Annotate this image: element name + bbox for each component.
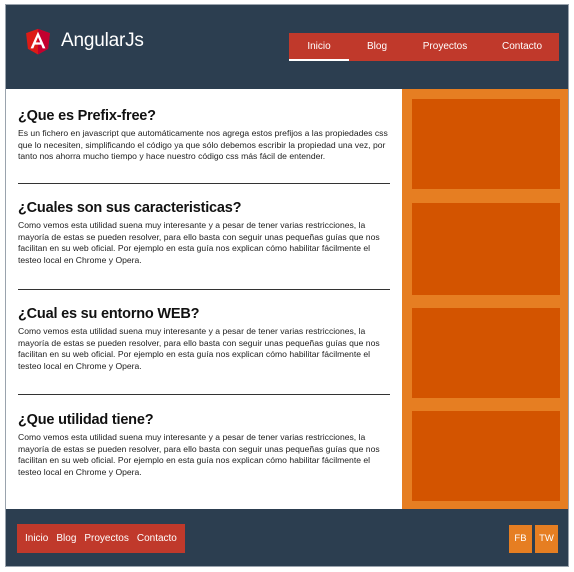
nav-item-blog[interactable]: Blog xyxy=(349,33,405,61)
angular-shield-logo-icon xyxy=(26,28,50,55)
main-content: ¿Que es Prefix-free? Es un fichero en ja… xyxy=(6,89,402,509)
section-body: Es un fichero en javascript que automáti… xyxy=(18,128,388,162)
section-title: ¿Cuales son sus caracteristicas? xyxy=(18,200,242,216)
sidebar-block xyxy=(412,99,560,189)
article-section: ¿Que es Prefix-free? Es un fichero en ja… xyxy=(18,107,390,163)
twitter-button[interactable]: TW xyxy=(535,525,558,553)
section-body: Como vemos esta utilidad suena muy inter… xyxy=(18,432,380,477)
section-title: ¿Que utilidad tiene? xyxy=(18,412,154,428)
main-nav: Inicio Blog Proyectos Contacto xyxy=(289,33,559,61)
article-section: ¿Que utilidad tiene? Como vemos esta uti… xyxy=(18,411,390,478)
sidebar-block xyxy=(412,203,560,295)
nav-item-proyectos[interactable]: Proyectos xyxy=(405,33,485,61)
section-title: ¿Que es Prefix-free? xyxy=(18,108,156,124)
footer-link-blog[interactable]: Blog xyxy=(52,524,80,553)
brand-name: AngularJs xyxy=(61,30,144,51)
facebook-button[interactable]: FB xyxy=(509,525,532,553)
sidebar-block xyxy=(412,411,560,501)
brand-logo[interactable]: AngularJs xyxy=(22,23,144,59)
site-footer: Inicio Blog Proyectos Contacto FB TW xyxy=(6,509,568,566)
footer-link-contacto[interactable]: Contacto xyxy=(133,524,181,553)
section-divider xyxy=(18,289,390,290)
page-frame: AngularJs Inicio Blog Proyectos Contacto… xyxy=(5,4,569,567)
nav-item-contacto[interactable]: Contacto xyxy=(485,33,559,61)
site-header: AngularJs Inicio Blog Proyectos Contacto xyxy=(6,5,568,89)
section-divider xyxy=(18,394,390,395)
footer-link-proyectos[interactable]: Proyectos xyxy=(80,524,132,553)
section-divider xyxy=(18,183,390,184)
sidebar xyxy=(402,89,568,509)
footer-link-inicio[interactable]: Inicio xyxy=(21,524,52,553)
footer-nav: Inicio Blog Proyectos Contacto xyxy=(17,524,185,553)
section-body: Como vemos esta utilidad suena muy inter… xyxy=(18,220,380,265)
article-section: ¿Cuales son sus caracteristicas? Como ve… xyxy=(18,199,390,266)
article-section: ¿Cual es su entorno WEB? Como vemos esta… xyxy=(18,305,390,372)
section-title: ¿Cual es su entorno WEB? xyxy=(18,306,200,322)
section-body: Como vemos esta utilidad suena muy inter… xyxy=(18,326,380,371)
sidebar-block xyxy=(412,308,560,398)
nav-item-inicio[interactable]: Inicio xyxy=(289,33,349,61)
